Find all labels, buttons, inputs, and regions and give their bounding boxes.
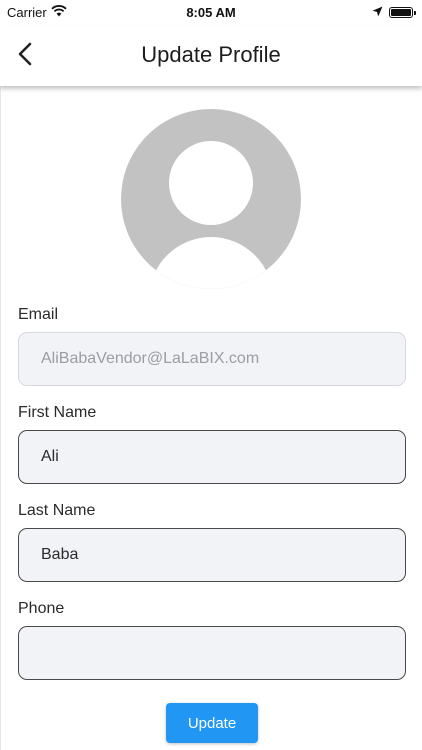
default-user-avatar-icon[interactable]	[121, 109, 301, 289]
first-name-label: First Name	[18, 404, 97, 421]
status-time: 8:05 AM	[186, 5, 236, 20]
navigation-bar: Update Profile	[0, 26, 422, 86]
last-name-label: Last Name	[18, 502, 96, 519]
update-profile-screen: Carrier 8:05 AM Update Profile Email Ali…	[0, 0, 422, 750]
profile-form-content: Email AliBabaVendor@LaLaBIX.com First Na…	[0, 86, 422, 750]
status-right-icons	[372, 5, 416, 20]
last-name-field[interactable]: Baba	[18, 528, 406, 582]
phone-label: Phone	[18, 600, 65, 617]
phone-field[interactable]	[18, 626, 406, 680]
email-label: Email	[18, 306, 59, 323]
avatar-body-shape	[149, 237, 273, 289]
status-bar: Carrier 8:05 AM	[0, 0, 422, 26]
location-arrow-icon	[372, 5, 383, 20]
avatar-head-shape	[169, 141, 253, 225]
page-title: Update Profile	[141, 42, 281, 67]
battery-fill	[391, 9, 411, 16]
email-field: AliBabaVendor@LaLaBIX.com	[18, 332, 406, 386]
battery-icon	[389, 7, 416, 18]
first-name-field[interactable]: Ali	[18, 430, 406, 484]
update-button[interactable]: Update	[166, 703, 258, 743]
